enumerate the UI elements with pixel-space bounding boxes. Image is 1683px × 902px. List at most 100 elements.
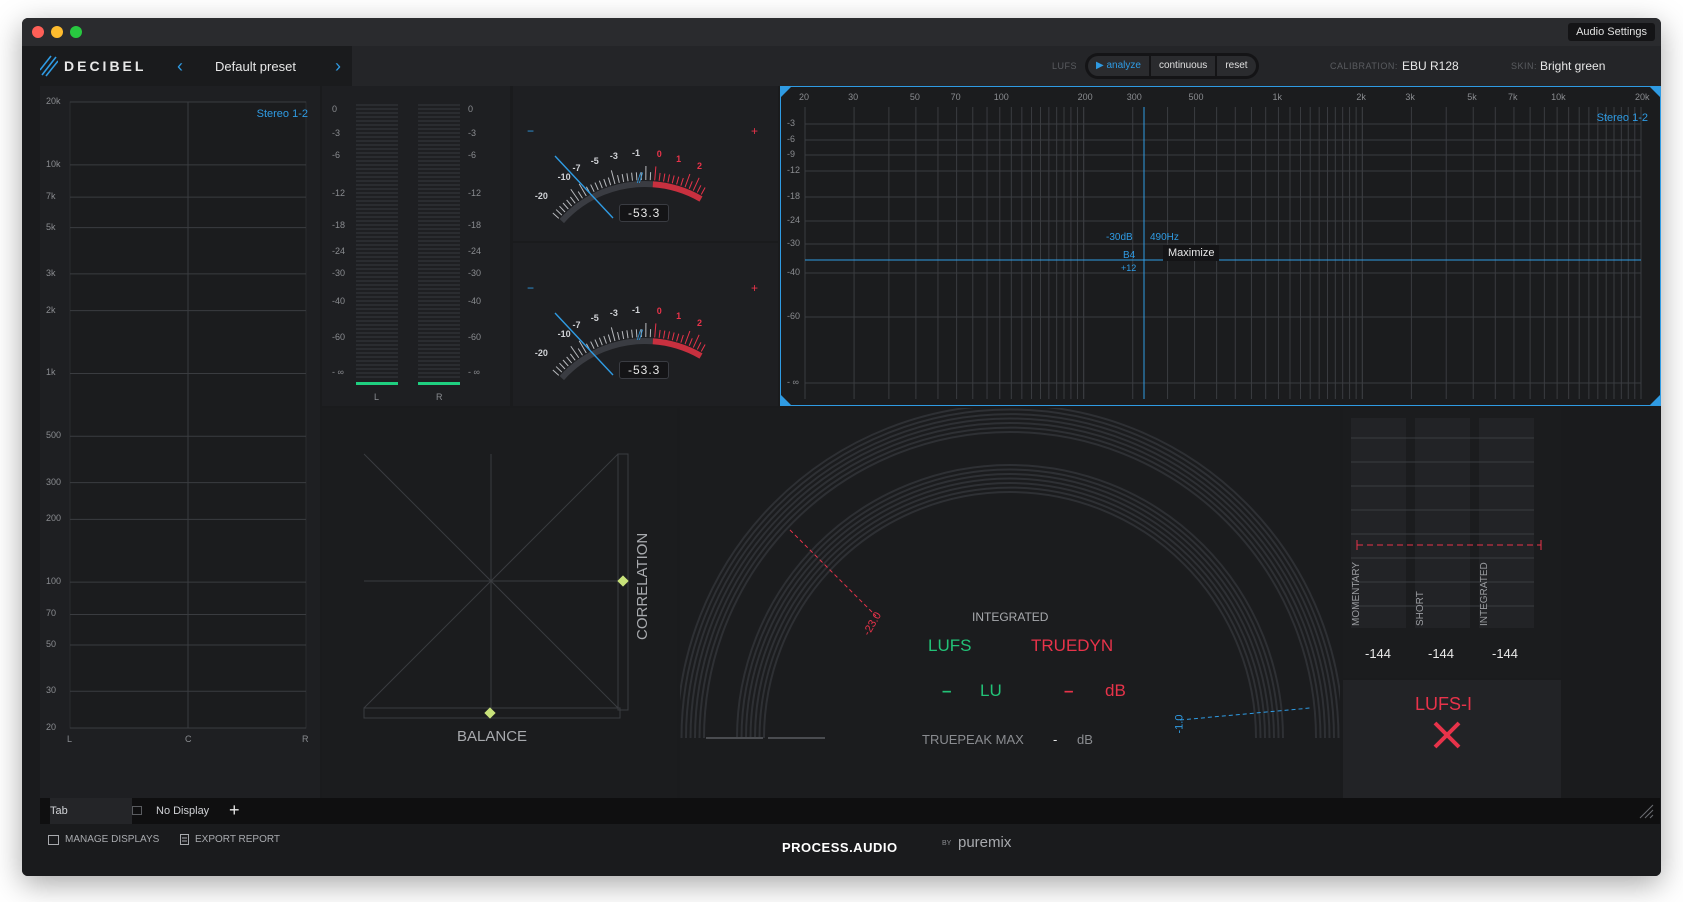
vu-tick — [607, 334, 612, 343]
meter-segment — [356, 224, 398, 226]
skin-value[interactable]: Bright green — [1540, 59, 1605, 73]
meter-segment — [356, 164, 398, 166]
add-tab-button[interactable]: + — [229, 800, 240, 821]
next-preset-button[interactable]: › — [335, 57, 341, 75]
vu-tick — [663, 330, 666, 339]
continuous-button[interactable]: continuous — [1150, 56, 1216, 76]
scale-label-left: -60 — [332, 332, 346, 342]
resize-grip-icon[interactable] — [1638, 803, 1654, 819]
vu-tick — [569, 353, 576, 361]
meter-segment — [356, 268, 398, 270]
calibration-value[interactable]: EBU R128 — [1402, 59, 1459, 73]
meter-segment — [356, 252, 398, 254]
analyze-button[interactable]: ▶ analyze — [1088, 56, 1149, 76]
freq-label: 2k — [46, 304, 56, 315]
meter-segment — [356, 320, 398, 322]
spectrum-channel[interactable]: Stereo 1-2 — [1597, 112, 1648, 124]
spectrum-db-label: -12 — [787, 165, 801, 175]
export-report-button[interactable]: EXPORT REPORT — [180, 834, 280, 845]
vu-tick — [555, 366, 563, 373]
preset-name[interactable]: Default preset — [215, 59, 296, 74]
meter-segment — [356, 264, 398, 266]
truedyn-unit: dB — [1105, 681, 1126, 700]
vu-scale-label: 1 — [676, 153, 682, 164]
spectrum-freq-label: 2k — [1356, 92, 1366, 102]
zoom-window-button[interactable] — [70, 26, 82, 38]
meter-segment — [418, 376, 460, 378]
previous-preset-button[interactable]: ‹ — [177, 57, 183, 75]
meter-segment — [418, 332, 460, 334]
spectrogram-grid — [69, 101, 307, 729]
vu-scale-label: -10 — [557, 172, 571, 183]
vu-scale-label: 2 — [697, 318, 703, 329]
spectrum-freq-label: 500 — [1188, 92, 1204, 102]
dial-arc — [685, 413, 1335, 739]
short-value: -144 — [1428, 646, 1455, 661]
vu-readout: -53.3 — [619, 361, 670, 379]
freq-label: 20 — [46, 722, 57, 732]
level-meter-panel[interactable]: 0 0 -3 -3 -6 -6 -12 -12 -18 -18 -24 -24 -30 -30 -40 -40… — [322, 86, 510, 406]
vu-scale-label: 1 — [676, 310, 682, 321]
spectrum-db-label: -18 — [787, 191, 801, 201]
meter-segment — [418, 220, 460, 222]
dial-arc — [749, 477, 1271, 739]
manage-displays-button[interactable]: MANAGE DISPLAYS — [48, 834, 159, 845]
vu-scale-label: -20 — [534, 348, 548, 359]
spectrum-analyzer-panel[interactable]: 20 30 50 70 100 200 300 500 1k 2k 3k 5k 7k 10k 20k -3 -… — [780, 86, 1661, 406]
spectrogram-channel[interactable]: Stereo 1-2 — [257, 108, 308, 120]
vu-tick — [631, 172, 633, 181]
meter-segment — [418, 124, 460, 126]
vu-tick — [598, 337, 603, 346]
meter-segment — [418, 372, 460, 374]
meter-segment — [418, 116, 460, 118]
vu-tick — [566, 356, 573, 364]
loudness-bars-panel[interactable]: MOMENTARY SHORT INTEGRATED -144 -144 -14… — [1343, 408, 1561, 678]
correlation-label: CORRELATION — [634, 532, 651, 640]
close-window-button[interactable] — [32, 26, 44, 38]
meter-segment — [356, 176, 398, 178]
momentary-label: MOMENTARY — [1351, 561, 1362, 626]
balance-label: BALANCE — [457, 728, 528, 745]
vu-tick — [684, 330, 691, 345]
meter-segment — [418, 184, 460, 186]
vu-meter-top[interactable]: -20 -10 -7 -5 -3 -1 0 1 2− + ⫽ -53.3 — [513, 86, 778, 241]
meter-segment — [418, 232, 460, 234]
meter-segment — [356, 128, 398, 130]
spectrogram-panel[interactable]: Stereo 1-2 20k 10k 7k 5k 3k 2k 1k 500 300 200 100 7… — [40, 86, 320, 798]
vu-tick — [700, 187, 706, 195]
tab-item[interactable]: Tab — [50, 798, 132, 824]
scale-label-left: -24 — [332, 246, 346, 256]
meter-segment — [356, 376, 398, 378]
reset-button[interactable]: reset — [1217, 56, 1256, 76]
minimize-window-button[interactable] — [51, 26, 63, 38]
vu-tick — [654, 166, 657, 181]
meter-segment — [356, 344, 398, 346]
scale-label-right: -18 — [468, 220, 482, 230]
vu-tick — [577, 348, 583, 356]
vu-meter-bottom[interactable]: -20 -10 -7 -5 -3 -1 0 1 2− + ⫽ -53.3 — [513, 243, 778, 406]
vu-tick — [621, 174, 625, 183]
vu-tick — [680, 334, 684, 343]
spectrum-db-label: -9 — [787, 149, 796, 159]
no-display-selector[interactable]: No Display — [156, 805, 209, 817]
lufs-i-panel[interactable]: LUFS-I — [1343, 680, 1561, 798]
meter-segment — [418, 176, 460, 178]
meter-segment — [418, 152, 460, 154]
goniometer-panel[interactable]: BALANCE CORRELATION — [322, 408, 677, 798]
meter-segment — [356, 348, 398, 350]
display-icon — [132, 806, 142, 815]
audio-settings-button[interactable]: Audio Settings — [1568, 23, 1655, 41]
meter-segment — [418, 156, 460, 158]
momentary-value: -144 — [1365, 646, 1392, 661]
calibration-label: CALIBRATION: — [1330, 61, 1398, 71]
vu-tick — [594, 339, 599, 348]
meter-segment — [418, 284, 460, 286]
vu-tick — [594, 182, 599, 191]
vu-tick — [654, 323, 657, 338]
loudness-dial-panel[interactable]: -23.0 -1.0 INTEGRATED LUFS TRUEDYN – LU … — [680, 408, 1340, 798]
spectrum-db-label: -30 — [787, 238, 801, 248]
vu-tick — [552, 369, 560, 376]
vu-scale-label: -20 — [534, 191, 548, 202]
meter-segment — [356, 156, 398, 158]
loudness-bars — [1351, 418, 1542, 628]
